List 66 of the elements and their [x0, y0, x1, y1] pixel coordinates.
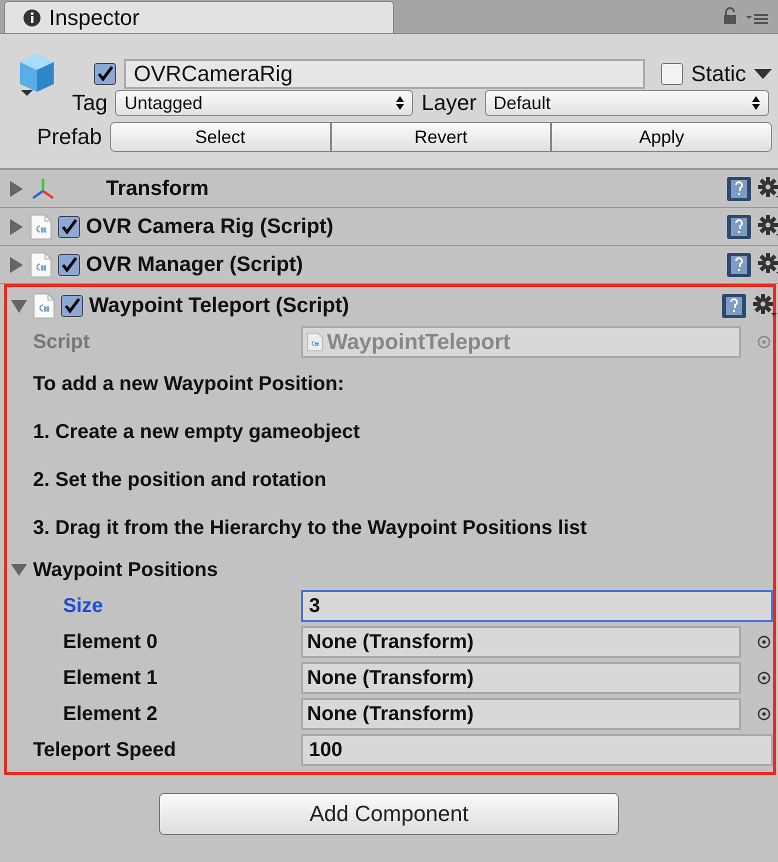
lock-icon[interactable]	[722, 7, 738, 25]
tag-dropdown[interactable]: Untagged	[115, 90, 414, 116]
info-icon	[23, 8, 41, 26]
object-field[interactable]: None (Transform)	[301, 698, 741, 730]
help-text: 3. Drag it from the Hierarchy to the Waypoint Positions list	[33, 516, 588, 540]
field-label: Script	[33, 330, 91, 354]
updown-icon	[396, 96, 404, 110]
object-picker-icon[interactable]	[757, 707, 771, 721]
component-title[interactable]: Transform	[106, 176, 209, 200]
script-file-icon	[307, 332, 323, 352]
foldout-triangle-icon[interactable]	[8, 218, 24, 234]
help-book-icon[interactable]	[726, 176, 752, 202]
object-field[interactable]: None (Transform)	[301, 662, 741, 694]
name-field[interactable]: OVRCameraRig	[124, 59, 646, 89]
script-file-icon	[30, 252, 52, 278]
help-book-icon[interactable]	[726, 252, 752, 278]
object-picker-icon	[757, 335, 771, 349]
help-text: 1. Create a new empty gameobject	[33, 420, 361, 444]
list-label[interactable]: Waypoint Positions	[33, 558, 301, 582]
dropdown-arrow-icon[interactable]	[754, 69, 772, 79]
field-label: Element 2	[62, 702, 158, 726]
help-text: To add a new Waypoint Position:	[33, 372, 346, 396]
enable-checkbox[interactable]	[61, 294, 83, 316]
component-title[interactable]: OVR Camera Rig (Script)	[86, 214, 334, 238]
foldout-triangle-icon[interactable]	[11, 563, 27, 577]
component-title[interactable]: Waypoint Teleport (Script)	[89, 294, 350, 318]
enable-checkbox[interactable]	[58, 254, 80, 276]
component-title[interactable]: OVR Manager (Script)	[86, 252, 304, 276]
static-checkbox[interactable]	[661, 63, 684, 85]
static-label: Static	[691, 61, 746, 87]
enable-checkbox[interactable]	[58, 216, 80, 238]
gear-icon[interactable]	[753, 294, 777, 318]
menu-icon[interactable]	[746, 11, 768, 25]
object-picker-icon[interactable]	[757, 635, 771, 649]
layer-dropdown[interactable]: Default	[484, 90, 769, 116]
size-field[interactable]: 3	[301, 590, 773, 622]
help-book-icon[interactable]	[726, 214, 752, 240]
axes-icon	[30, 176, 56, 200]
foldout-triangle-icon[interactable]	[11, 298, 27, 314]
script-file-icon	[33, 292, 55, 318]
active-checkbox[interactable]	[94, 63, 116, 85]
object-field[interactable]: None (Transform)	[301, 626, 741, 658]
help-text: 2. Set the position and rotation	[33, 468, 328, 492]
field-label: Element 0	[62, 630, 158, 654]
object-picker-icon[interactable]	[757, 671, 771, 685]
script-field: WaypointTeleport	[301, 326, 741, 358]
add-component-button[interactable]: Add Component	[159, 793, 619, 835]
layer-label: Layer	[421, 90, 477, 116]
tag-label: Tag	[72, 90, 108, 116]
help-book-icon[interactable]	[721, 292, 747, 318]
field-label: Element 1	[62, 666, 158, 690]
script-file-icon	[30, 214, 52, 240]
gear-icon[interactable]	[758, 252, 778, 276]
gear-icon[interactable]	[758, 214, 778, 238]
prefab-label: Prefab	[37, 124, 102, 150]
prefab-button[interactable]: Apply	[551, 122, 772, 152]
prefab-button[interactable]: Select	[110, 122, 331, 152]
prefab-button[interactable]: Revert	[330, 122, 552, 152]
field-label: Size	[62, 594, 104, 618]
foldout-triangle-icon[interactable]	[8, 256, 24, 272]
gear-icon[interactable]	[758, 176, 778, 200]
speed-field[interactable]: 100	[301, 734, 773, 766]
updown-icon	[752, 96, 760, 110]
field-label: Teleport Speed	[33, 738, 177, 762]
foldout-triangle-icon[interactable]	[8, 180, 24, 196]
inspector-tab[interactable]: Inspector	[4, 1, 394, 33]
